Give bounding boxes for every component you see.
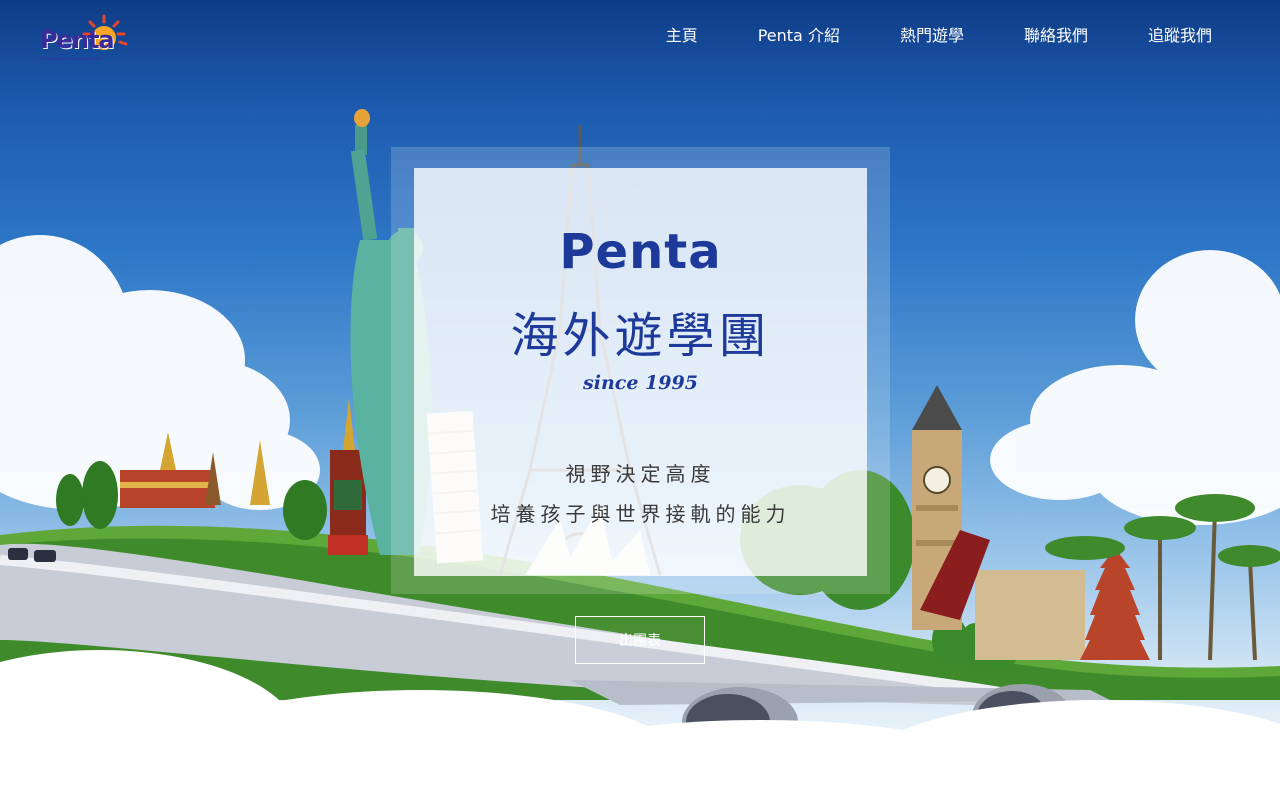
logo[interactable]: Penta International Educational Tours: [38, 12, 134, 64]
hero-slogan-line1: 視野決定高度: [565, 462, 716, 486]
nav-contact-us[interactable]: 聯絡我們: [1024, 26, 1088, 46]
hero-since: since 1995: [583, 372, 698, 394]
logo-subtitle: International Educational Tours: [40, 56, 103, 61]
parliament-building: [975, 570, 1085, 660]
nav-follow-us[interactable]: 追蹤我們: [1148, 26, 1212, 46]
clouds-left: [0, 235, 320, 510]
logo-text: Penta: [40, 26, 115, 54]
hero-card: Penta 海外遊學團 since 1995 視野決定高度 培養孩子與世界接軌的…: [414, 168, 867, 576]
hero-headline: 海外遊學團: [510, 308, 771, 364]
main-nav: 主頁 Penta 介紹 熱門遊學 聯絡我們 追蹤我們: [666, 26, 1212, 46]
clouds-right: [990, 250, 1280, 525]
tour-schedule-button[interactable]: 出團表: [575, 616, 705, 664]
nav-home[interactable]: 主頁: [666, 26, 698, 46]
hero-slogan-line2: 培養孩子與世界接軌的能力: [490, 502, 791, 526]
nav-about-penta[interactable]: Penta 介紹: [758, 26, 840, 46]
pagoda: [1080, 548, 1150, 660]
hero-brand: Penta: [559, 224, 722, 280]
nav-popular-programs[interactable]: 熱門遊學: [900, 26, 964, 46]
